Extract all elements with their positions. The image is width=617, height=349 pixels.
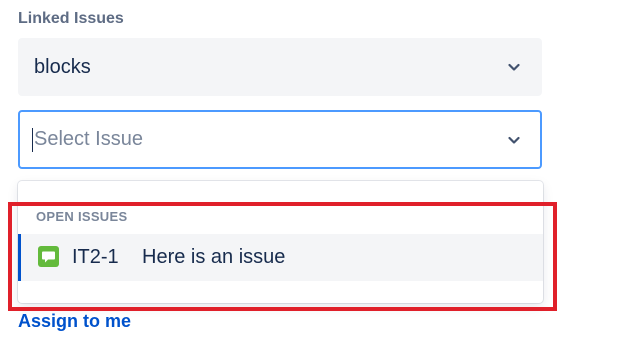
link-type-select[interactable]: blocks [18, 38, 542, 96]
chevron-down-icon[interactable] [506, 132, 522, 148]
issue-key: IT2-1 [72, 246, 119, 268]
issue-option[interactable]: IT2-1 Here is an issue [18, 234, 543, 281]
assign-to-me-link[interactable]: Assign to me [18, 311, 131, 332]
issue-summary: Here is an issue [142, 246, 286, 268]
story-icon [38, 246, 59, 267]
group-heading-open-issues: OPEN ISSUES [36, 209, 128, 224]
issue-select-placeholder: Select Issue [34, 128, 143, 150]
linked-issues-label: Linked Issues [18, 10, 124, 27]
chevron-down-icon[interactable] [506, 59, 522, 75]
issue-select[interactable]: Select Issue [18, 110, 542, 169]
link-type-value: blocks [34, 55, 91, 78]
issue-dropdown-menu: OPEN ISSUES IT2-1 Here is an issue [18, 181, 543, 303]
text-cursor [32, 127, 33, 152]
